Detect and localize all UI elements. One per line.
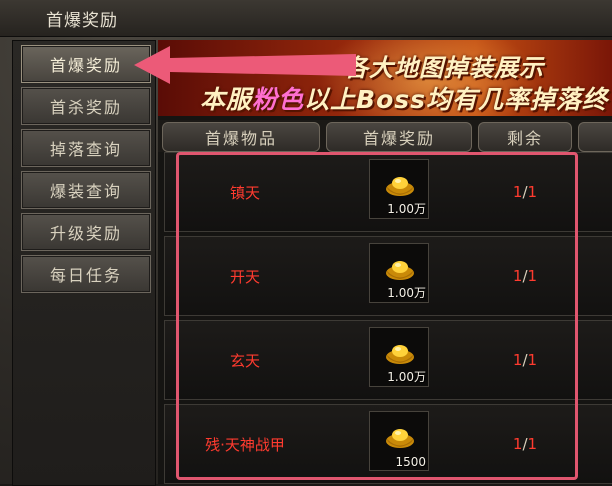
table-header: 首爆物品 首爆奖励 剩余 bbox=[158, 120, 612, 152]
table-row: 玄天 1.00万 1/1 bbox=[164, 320, 612, 400]
remaining-total: 1 bbox=[527, 183, 538, 201]
gold-ingot-icon bbox=[386, 345, 414, 364]
reward-slot[interactable]: 1.00万 bbox=[369, 243, 429, 303]
remaining-value: 1 bbox=[512, 183, 523, 201]
gold-ingot-icon bbox=[386, 177, 414, 196]
main-content: 各大地图掉装展示 本服粉色以上Boss均有几率掉落终 首爆物品 首爆奖励 剩余 … bbox=[158, 40, 612, 484]
gold-ingot-icon bbox=[386, 261, 414, 280]
remaining-count: 1/1 bbox=[512, 351, 538, 369]
reward-amount: 1500 bbox=[395, 455, 426, 469]
remaining-count: 1/1 bbox=[512, 435, 538, 453]
header-extra bbox=[578, 122, 612, 152]
item-name: 残·天神战甲 bbox=[205, 435, 285, 454]
table-row: 开天 1.00万 1/1 bbox=[164, 236, 612, 316]
game-window: 首爆奖励 首爆奖励 首杀奖励 掉落查询 爆装查询 升级奖励 每日任务 各大地图掉… bbox=[0, 0, 612, 486]
banner-subline-suffix: 以上Boss均有几率掉落终 bbox=[304, 85, 609, 114]
remaining-value: 1 bbox=[512, 351, 523, 369]
sidebar: 首爆奖励 首杀奖励 掉落查询 爆装查询 升级奖励 每日任务 bbox=[12, 40, 156, 486]
remaining-value: 1 bbox=[512, 267, 523, 285]
sidebar-item-level-reward[interactable]: 升级奖励 bbox=[21, 213, 151, 251]
banner-subline: 本服粉色以上Boss均有几率掉落终 bbox=[200, 80, 608, 116]
reward-amount: 1.00万 bbox=[387, 202, 426, 216]
reward-slot[interactable]: 1500 bbox=[369, 411, 429, 471]
item-name: 开天 bbox=[229, 267, 260, 286]
header-remaining: 剩余 bbox=[478, 122, 572, 152]
sidebar-item-daily-task[interactable]: 每日任务 bbox=[21, 255, 151, 293]
sidebar-item-drop-query[interactable]: 掉落查询 bbox=[21, 129, 151, 167]
remaining-value: 1 bbox=[512, 435, 523, 453]
banner-headline: 各大地图掉装展示 bbox=[344, 54, 544, 82]
remaining-count: 1/1 bbox=[512, 183, 538, 201]
reward-amount: 1.00万 bbox=[387, 370, 426, 384]
window-title: 首爆奖励 bbox=[46, 11, 118, 31]
table-row: 残·天神战甲 1500 1/1 bbox=[164, 404, 612, 484]
remaining-total: 1 bbox=[527, 351, 538, 369]
banner-subline-highlight: 粉色 bbox=[252, 85, 305, 114]
table-row: 镇天 1.00万 1/1 bbox=[164, 152, 612, 232]
reward-slot[interactable]: 1.00万 bbox=[369, 159, 429, 219]
item-name: 镇天 bbox=[229, 183, 260, 202]
sidebar-item-first-kill-reward[interactable]: 首杀奖励 bbox=[21, 87, 151, 125]
sidebar-item-first-drop-reward[interactable]: 首爆奖励 bbox=[21, 45, 151, 83]
banner-subline-prefix: 本服 bbox=[200, 85, 253, 114]
remaining-total: 1 bbox=[527, 435, 538, 453]
reward-slot[interactable]: 1.00万 bbox=[369, 327, 429, 387]
promo-banner: 各大地图掉装展示 本服粉色以上Boss均有几率掉落终 bbox=[158, 40, 612, 116]
title-bar: 首爆奖励 bbox=[0, 0, 612, 37]
sidebar-item-gear-query[interactable]: 爆装查询 bbox=[21, 171, 151, 209]
item-name: 玄天 bbox=[229, 351, 260, 370]
remaining-total: 1 bbox=[527, 267, 538, 285]
header-first-drop-item: 首爆物品 bbox=[162, 122, 320, 152]
header-first-drop-reward: 首爆奖励 bbox=[326, 122, 472, 152]
gold-ingot-icon bbox=[386, 429, 414, 448]
reward-amount: 1.00万 bbox=[387, 286, 426, 300]
remaining-count: 1/1 bbox=[512, 267, 538, 285]
